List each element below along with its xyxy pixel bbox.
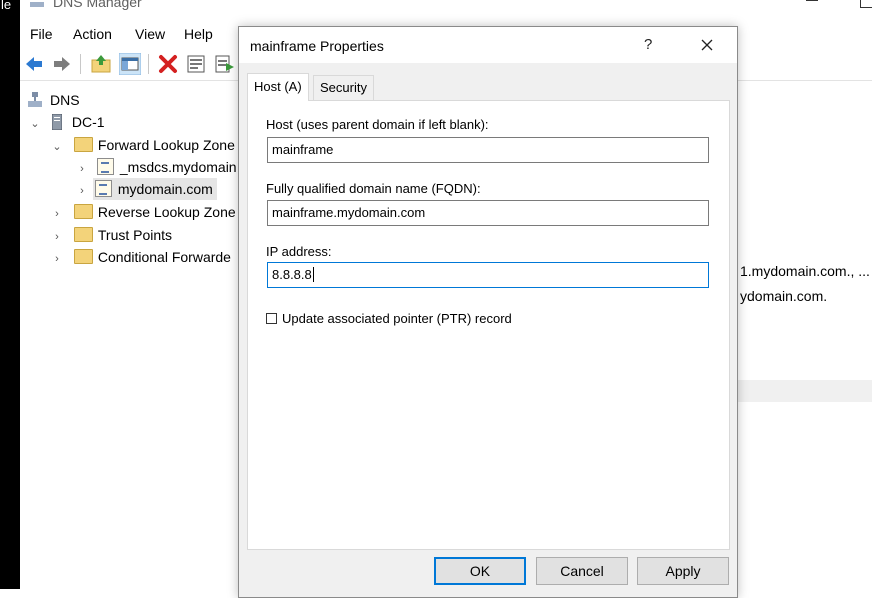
tree-item-trust-points[interactable]: › Trust Points [50, 224, 172, 246]
help-button[interactable]: ? [644, 36, 652, 53]
folder-icon [73, 204, 93, 219]
tab-strip: Host (A) Security [239, 73, 737, 101]
tree-item-label: DNS [50, 92, 80, 108]
toolbar-separator [80, 54, 81, 74]
cancel-button[interactable]: Cancel [536, 557, 628, 585]
tree-item-conditional-forwarders[interactable]: › Conditional Forwarde [50, 246, 231, 268]
forward-arrow-icon[interactable] [51, 53, 73, 75]
tree-item-msdcs-zone[interactable]: › _msdcs.mydomain [75, 156, 237, 178]
ptr-checkbox-label: Update associated pointer (PTR) record [282, 311, 512, 326]
host-tab-panel: Host (uses parent domain if left blank):… [247, 100, 730, 550]
zone-icon [96, 158, 114, 175]
toolbar-separator [148, 54, 149, 74]
chevron-right-icon[interactable]: › [50, 226, 64, 248]
host-field[interactable]: mainframe [267, 137, 709, 163]
tree-item-label: Conditional Forwarde [97, 249, 231, 265]
tree-item-reverse-lookup[interactable]: › Reverse Lookup Zone [50, 201, 236, 223]
tree-item-mydomain-zone[interactable]: › mydomain.com [75, 178, 217, 200]
tree-item-label: DC-1 [71, 114, 105, 130]
ptr-checkbox[interactable] [266, 313, 277, 324]
close-icon[interactable] [697, 35, 717, 55]
list-row-highlight [738, 380, 872, 402]
folder-icon [73, 249, 93, 264]
chevron-right-icon[interactable]: › [50, 203, 64, 225]
tree-item-label: Reverse Lookup Zone [97, 204, 236, 220]
desktop-edge-text: le [1, 0, 12, 12]
desktop-edge: le [0, 0, 20, 589]
menu-view[interactable]: View [135, 26, 165, 42]
folder-icon [73, 227, 93, 242]
dialog-title: mainframe Properties [250, 38, 384, 54]
chevron-down-icon[interactable]: ⌄ [50, 136, 64, 158]
chevron-right-icon[interactable]: › [50, 248, 64, 270]
fqdn-label: Fully qualified domain name (FQDN): [266, 181, 481, 196]
tree-item-label: Trust Points [97, 227, 173, 243]
host-label: Host (uses parent domain if left blank): [266, 117, 489, 132]
dns-icon [28, 92, 42, 107]
selected-tree-item[interactable]: mydomain.com [92, 178, 217, 200]
menu-file[interactable]: File [30, 26, 53, 42]
tree-item-forward-lookup[interactable]: ⌄ Forward Lookup Zone [50, 134, 235, 156]
record-data-text: ydomain.com. [740, 288, 828, 304]
tree-item-dc1[interactable]: ⌄ DC-1 [28, 111, 105, 133]
show-hide-console-tree-icon[interactable] [119, 53, 141, 75]
up-folder-icon[interactable] [90, 53, 112, 75]
main-window-title: DNS Manager [53, 0, 142, 10]
menu-action[interactable]: Action [73, 26, 112, 42]
chevron-down-icon[interactable]: ⌄ [28, 113, 42, 135]
zone-icon [94, 180, 112, 197]
dialog-titlebar: mainframe Properties ? [239, 27, 737, 63]
ip-address-field[interactable]: 8.8.8.8 [267, 262, 709, 288]
tab-security[interactable]: Security [313, 75, 374, 100]
properties-dialog: mainframe Properties ? Host (A) Security… [238, 26, 738, 598]
ip-address-label: IP address: [266, 244, 332, 259]
chevron-right-icon[interactable]: › [75, 180, 89, 202]
delete-icon[interactable] [157, 53, 179, 75]
minimize-button[interactable] [806, 0, 818, 1]
record-data-text: 1.mydomain.com., ... [740, 263, 870, 279]
export-list-icon[interactable] [214, 53, 236, 75]
maximize-button[interactable] [860, 0, 872, 8]
main-titlebar: DNS Manager [20, 0, 872, 18]
text-caret [312, 267, 314, 282]
tab-host-a[interactable]: Host (A) [247, 73, 309, 101]
chevron-right-icon[interactable]: › [75, 158, 89, 180]
fqdn-field[interactable]: mainframe.mydomain.com [267, 200, 709, 226]
ip-address-value: 8.8.8.8 [272, 267, 312, 282]
tree-item-label: _msdcs.mydomain [119, 159, 237, 175]
tree-item-label: Forward Lookup Zone [97, 137, 235, 153]
console-tree: DNS ⌄ DC-1 ⌄ Forward Lookup Zone › _msdc… [20, 82, 241, 589]
folder-icon [73, 137, 93, 152]
menu-help[interactable]: Help [184, 26, 213, 42]
properties-icon[interactable] [185, 53, 207, 75]
tree-item-label: mydomain.com [117, 181, 213, 197]
dns-manager-app-icon [30, 2, 44, 7]
apply-button[interactable]: Apply [637, 557, 729, 585]
server-icon [51, 113, 63, 131]
tree-item-dns[interactable]: DNS [28, 89, 80, 111]
ok-button[interactable]: OK [434, 557, 526, 585]
back-arrow-icon[interactable] [23, 53, 45, 75]
ptr-checkbox-row[interactable]: Update associated pointer (PTR) record [266, 311, 512, 326]
